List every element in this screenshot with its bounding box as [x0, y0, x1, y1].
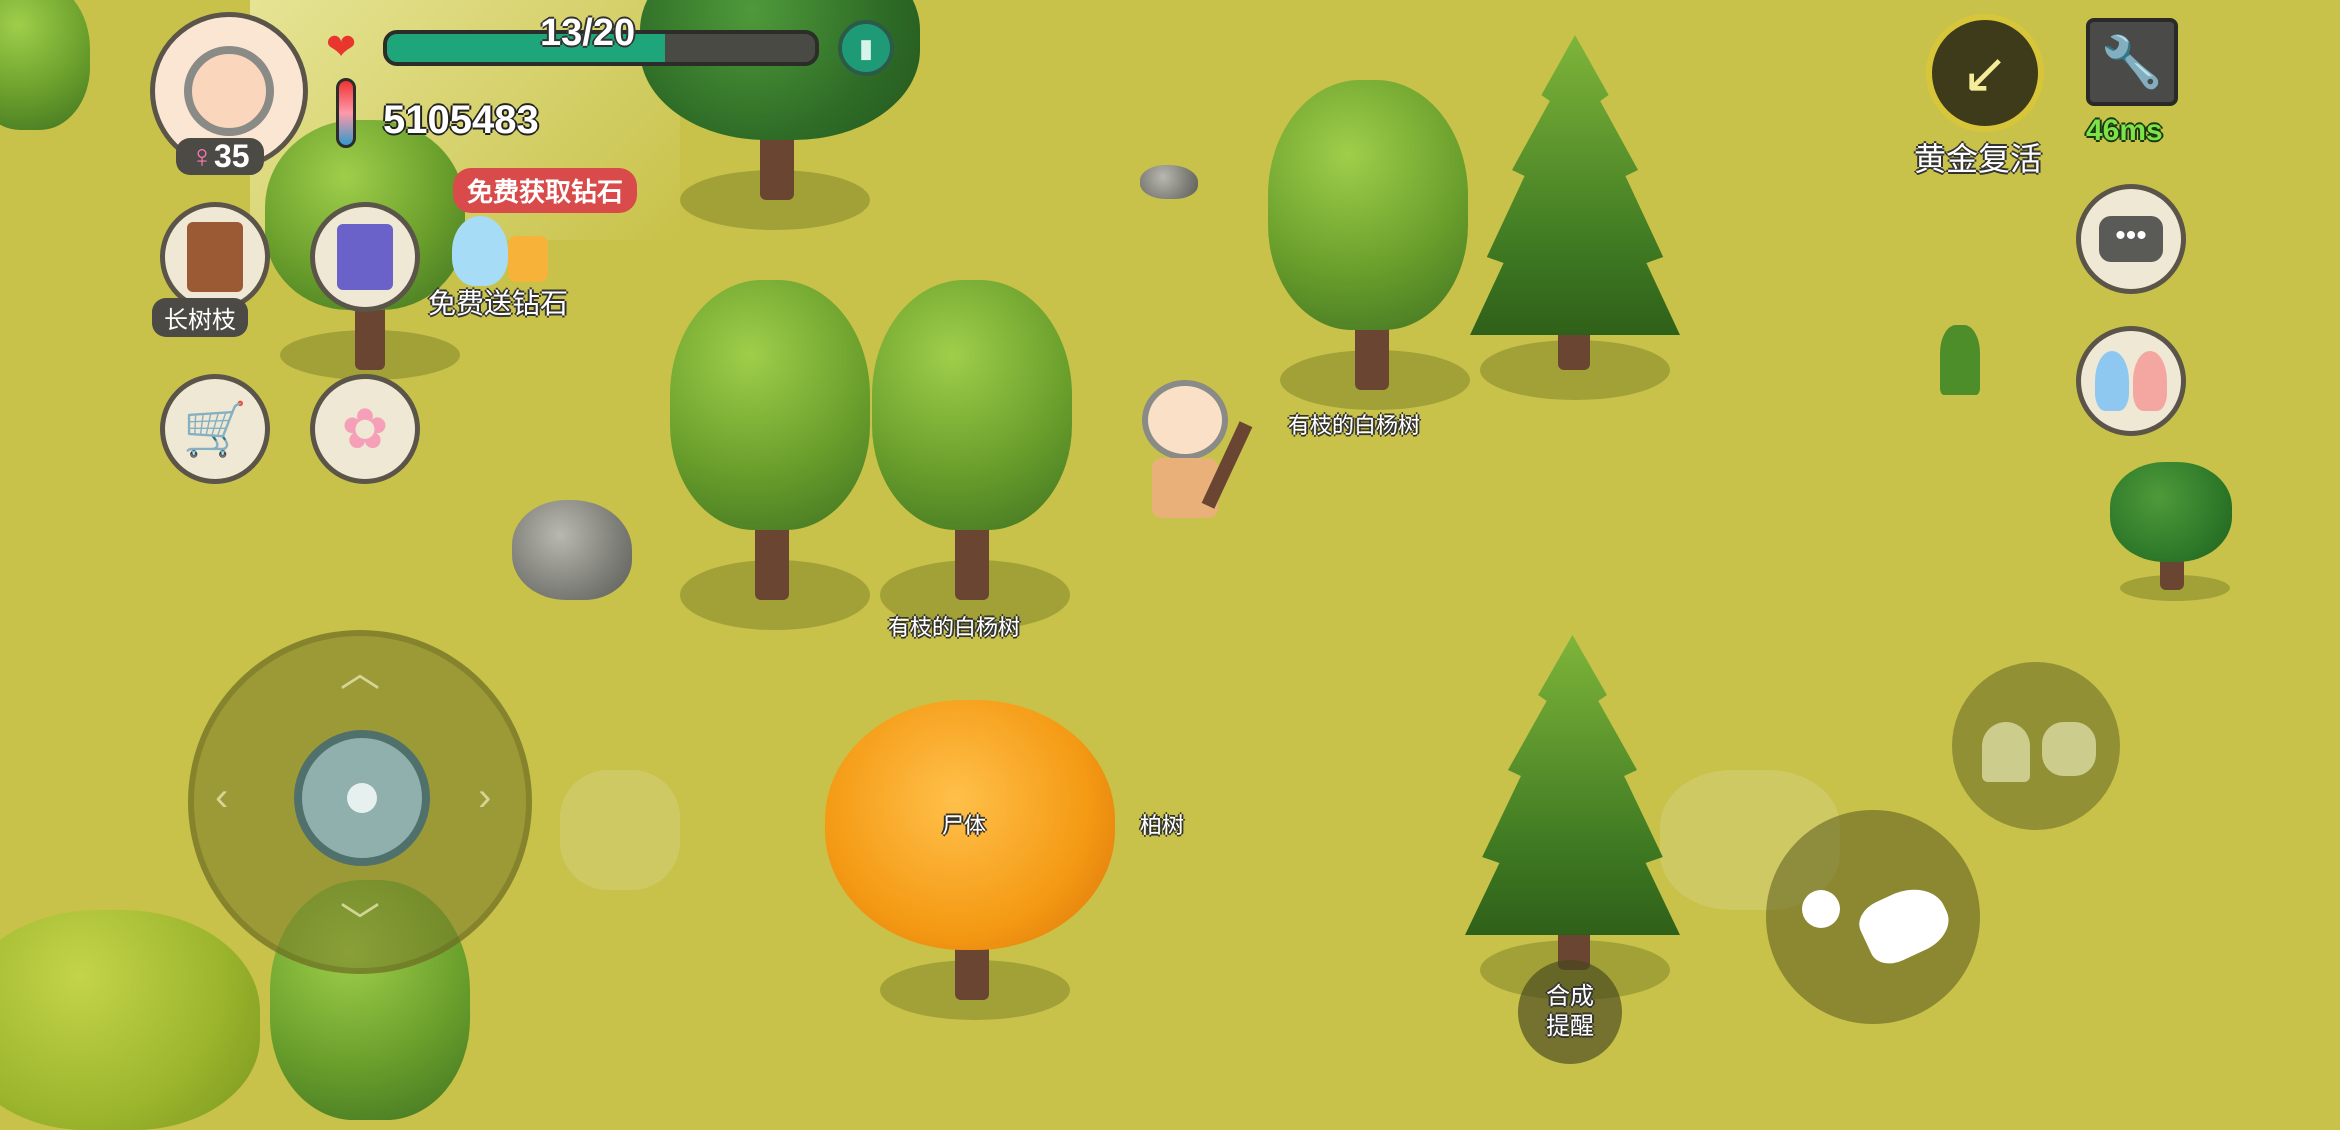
interact-button[interactable]: [1766, 810, 1980, 1024]
sapling[interactable]: [1940, 325, 1980, 395]
joystick-arrow-up: ︿: [340, 651, 380, 695]
small-rock[interactable]: [1140, 165, 1198, 199]
boulder[interactable]: [512, 500, 632, 600]
hand-icon: [1852, 876, 1958, 972]
backpack-icon[interactable]: ▮: [838, 20, 894, 76]
health-text: 13/20: [540, 12, 636, 54]
grab-button[interactable]: [1952, 662, 2120, 830]
joystick-arrow-down: ﹀: [340, 901, 380, 945]
friends-icon: [2095, 351, 2167, 411]
friends-button[interactable]: [2076, 326, 2186, 436]
promo-badge[interactable]: 免费获取钻石: [453, 168, 638, 213]
chat-bubble-icon: •••: [2099, 216, 2163, 262]
heart-icon: ❤: [326, 26, 357, 67]
events-button[interactable]: ✿: [310, 374, 420, 484]
coin-counter: 5105483: [383, 98, 539, 142]
joystick-thumb[interactable]: [294, 730, 430, 866]
free-diamond-label: 免费送钻石: [428, 288, 569, 319]
craft-hint-line2: 提醒: [1546, 1013, 1594, 1040]
poplar-label: 有枝的白杨树: [888, 615, 1021, 640]
player-character: [1130, 380, 1253, 540]
book-icon: [337, 224, 393, 290]
free-diamond-button[interactable]: [448, 210, 554, 290]
book-icon: [187, 222, 243, 292]
craft-hint-line1: 合成: [1546, 983, 1594, 1010]
held-item-label: 长树枝: [152, 298, 248, 337]
revive-label: 黄金复活: [1914, 141, 2043, 177]
corpse-label: 尸体: [942, 813, 987, 838]
level-value: 35: [214, 138, 250, 174]
joystick-arrow-left: ‹: [215, 775, 229, 819]
held-item-button[interactable]: [160, 202, 270, 312]
wrench-icon[interactable]: 🔧: [2086, 18, 2178, 106]
level-badge: ♀35: [176, 138, 264, 175]
cypress-label: 柏树: [1140, 813, 1185, 838]
shop-button[interactable]: 🛒: [160, 374, 270, 484]
journal-button[interactable]: [310, 202, 420, 312]
poplar-label: 有枝的白杨树: [1288, 413, 1421, 438]
thermometer-icon: [336, 78, 356, 148]
arrow-revive-icon[interactable]: ↙: [1926, 14, 2044, 132]
cherry-blossom-icon: ✿: [341, 397, 389, 460]
ping-readout: 46ms: [2086, 114, 2163, 147]
joystick-arrow-right: ›: [478, 775, 492, 819]
craft-hint-button[interactable]: 合成 提醒: [1518, 960, 1622, 1064]
shopping-cart-icon: 🛒: [182, 400, 248, 459]
ground-patch: [560, 770, 680, 890]
female-icon: ♀: [190, 138, 214, 174]
chat-button[interactable]: •••: [2076, 184, 2186, 294]
